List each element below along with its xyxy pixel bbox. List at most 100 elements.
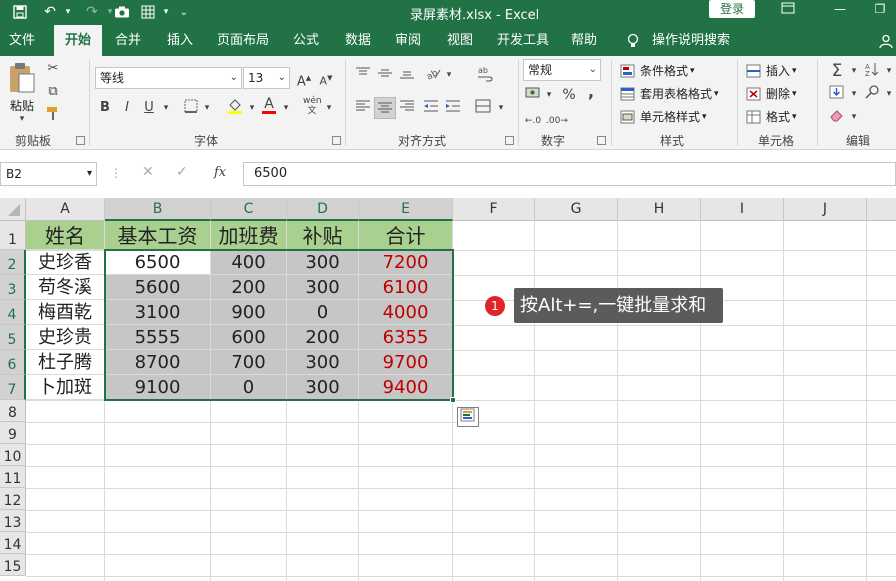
number-launcher-icon[interactable] <box>597 136 606 145</box>
base-salary-cell[interactable]: 5555 <box>105 325 211 350</box>
merge-dropdown-icon[interactable]: ▾ <box>492 99 510 117</box>
cut-icon[interactable]: ✂ <box>44 60 62 78</box>
delete-cells-button[interactable]: 删除 ▾ <box>746 85 797 102</box>
base-salary-cell[interactable]: 9100 <box>105 375 211 400</box>
underline-button[interactable]: U <box>140 99 158 117</box>
subsidy-cell[interactable]: 300 <box>287 275 359 300</box>
number-format-select[interactable]: 常规 ⌄ <box>523 59 601 81</box>
decrease-decimal-icon[interactable]: .00→ <box>546 112 568 130</box>
font-color-dropdown-icon[interactable]: ▾ <box>277 99 295 117</box>
fill-handle[interactable] <box>450 397 456 403</box>
underline-dropdown-icon[interactable]: ▾ <box>157 99 175 117</box>
total-cell[interactable]: 4000 <box>359 300 453 325</box>
camera-icon[interactable] <box>112 2 132 22</box>
tab-file[interactable]: 文件 <box>0 25 44 56</box>
name-cell[interactable]: 史珍香 <box>26 250 105 275</box>
fill-dropdown-icon[interactable]: ▾ <box>243 99 261 117</box>
percent-button[interactable]: % <box>560 86 578 104</box>
fill-color-icon[interactable] <box>226 97 244 115</box>
enter-icon[interactable]: ✓ <box>176 164 188 180</box>
quick-analysis-icon[interactable] <box>457 407 479 427</box>
copy-icon[interactable]: ⧉ <box>44 83 62 101</box>
login-button[interactable]: 登录 <box>709 0 755 18</box>
minimize-icon[interactable]: — <box>830 2 850 20</box>
redo-icon[interactable]: ↷ <box>82 2 102 22</box>
cancel-icon[interactable]: ✕ <box>142 164 154 180</box>
tab-insert[interactable]: 插入 <box>158 25 202 56</box>
conditional-format-button[interactable]: 条件格式 ▾ <box>620 62 695 79</box>
save-icon[interactable] <box>10 2 30 22</box>
total-cell[interactable]: 7200 <box>359 250 453 275</box>
tab-formulas[interactable]: 公式 <box>284 25 328 56</box>
undo-dropdown-icon[interactable]: ▾ <box>58 2 78 22</box>
subsidy-cell[interactable]: 200 <box>287 325 359 350</box>
align-left-icon[interactable] <box>354 99 372 117</box>
name-cell[interactable]: 梅酉乾 <box>26 300 105 325</box>
italic-button[interactable]: I <box>118 99 136 117</box>
total-cell[interactable]: 9400 <box>359 375 453 400</box>
header-cell-total[interactable]: 合计 <box>359 221 453 250</box>
name-cell[interactable]: 卜加斑 <box>26 375 105 400</box>
format-as-table-button[interactable]: 套用表格格式 ▾ <box>620 85 719 102</box>
total-cell[interactable]: 6355 <box>359 325 453 350</box>
undo-icon[interactable]: ↶ <box>40 2 60 22</box>
header-cell-overtime[interactable]: 加班费 <box>211 221 287 250</box>
sort-dropdown-icon[interactable]: ▾ <box>880 62 896 80</box>
bold-button[interactable]: B <box>96 99 114 117</box>
find-dropdown-icon[interactable]: ▾ <box>880 85 896 103</box>
base-salary-cell[interactable]: 8700 <box>105 350 211 375</box>
overtime-cell[interactable]: 900 <box>211 300 287 325</box>
align-right-icon[interactable] <box>398 99 416 117</box>
insert-function-button[interactable]: fx <box>214 165 226 180</box>
wrap-text-icon[interactable]: ab <box>476 66 494 84</box>
ribbon-display-icon[interactable] <box>778 2 798 20</box>
paste-button[interactable]: 粘贴 ▾ <box>6 62 38 124</box>
base-salary-cell[interactable]: 3100 <box>105 300 211 325</box>
clear-icon[interactable] <box>828 108 846 126</box>
accounting-dropdown-icon[interactable]: ▾ <box>540 86 558 104</box>
align-bottom-icon[interactable] <box>398 66 416 84</box>
font-size-select[interactable]: 13 ⌄ <box>243 67 290 89</box>
maximize-icon[interactable]: ❐ <box>870 2 890 20</box>
formula-input[interactable]: 6500 <box>243 162 896 186</box>
subsidy-cell[interactable]: 0 <box>287 300 359 325</box>
name-box[interactable]: B2 ▾ <box>0 162 97 186</box>
overtime-cell[interactable]: 600 <box>211 325 287 350</box>
tab-developer[interactable]: 开发工具 <box>490 25 556 56</box>
border-dropdown-icon[interactable]: ▾ <box>198 99 216 117</box>
header-cell-base-salary[interactable]: 基本工资 <box>105 221 211 250</box>
overtime-cell[interactable]: 200 <box>211 275 287 300</box>
align-center-icon[interactable] <box>374 97 396 119</box>
format-cells-button[interactable]: 格式 ▾ <box>746 108 797 125</box>
phonetic-button[interactable]: wén 文 <box>303 96 322 116</box>
alignment-launcher-icon[interactable] <box>505 136 514 145</box>
tab-merge[interactable]: 合并 <box>108 25 148 56</box>
name-cell[interactable]: 史珍贵 <box>26 325 105 350</box>
total-cell[interactable]: 6100 <box>359 275 453 300</box>
grid-icon[interactable] <box>138 2 158 22</box>
font-launcher-icon[interactable] <box>332 136 341 145</box>
tab-view[interactable]: 视图 <box>438 25 482 56</box>
header-cell-subsidy[interactable]: 补贴 <box>287 221 359 250</box>
decrease-indent-icon[interactable] <box>422 99 440 117</box>
merge-center-icon[interactable] <box>474 99 492 117</box>
lightbulb-icon[interactable] <box>622 25 644 56</box>
shrink-font-button[interactable]: A▼ <box>317 69 335 88</box>
customize-icon[interactable]: ⌄ <box>174 2 194 22</box>
name-cell[interactable]: 杜子腾 <box>26 350 105 375</box>
tab-help[interactable]: 帮助 <box>562 25 606 56</box>
total-cell[interactable]: 9700 <box>359 350 453 375</box>
orientation-dropdown-icon[interactable]: ▾ <box>440 66 458 84</box>
cell-styles-button[interactable]: 单元格样式 ▾ <box>620 108 707 125</box>
name-cell[interactable]: 苟冬溪 <box>26 275 105 300</box>
increase-decimal-icon[interactable]: ←.0 <box>524 112 542 130</box>
grid-dropdown-icon[interactable]: ▾ <box>156 2 176 22</box>
tab-page-layout[interactable]: 页面布局 <box>210 25 276 56</box>
clipboard-launcher-icon[interactable] <box>76 136 85 145</box>
insert-cells-button[interactable]: 插入 ▾ <box>746 62 797 79</box>
overtime-cell[interactable]: 700 <box>211 350 287 375</box>
align-top-icon[interactable] <box>354 66 372 84</box>
share-user-icon[interactable] <box>876 25 896 56</box>
grow-font-button[interactable]: A▲ <box>295 69 313 89</box>
comma-button[interactable]: , <box>582 83 600 101</box>
